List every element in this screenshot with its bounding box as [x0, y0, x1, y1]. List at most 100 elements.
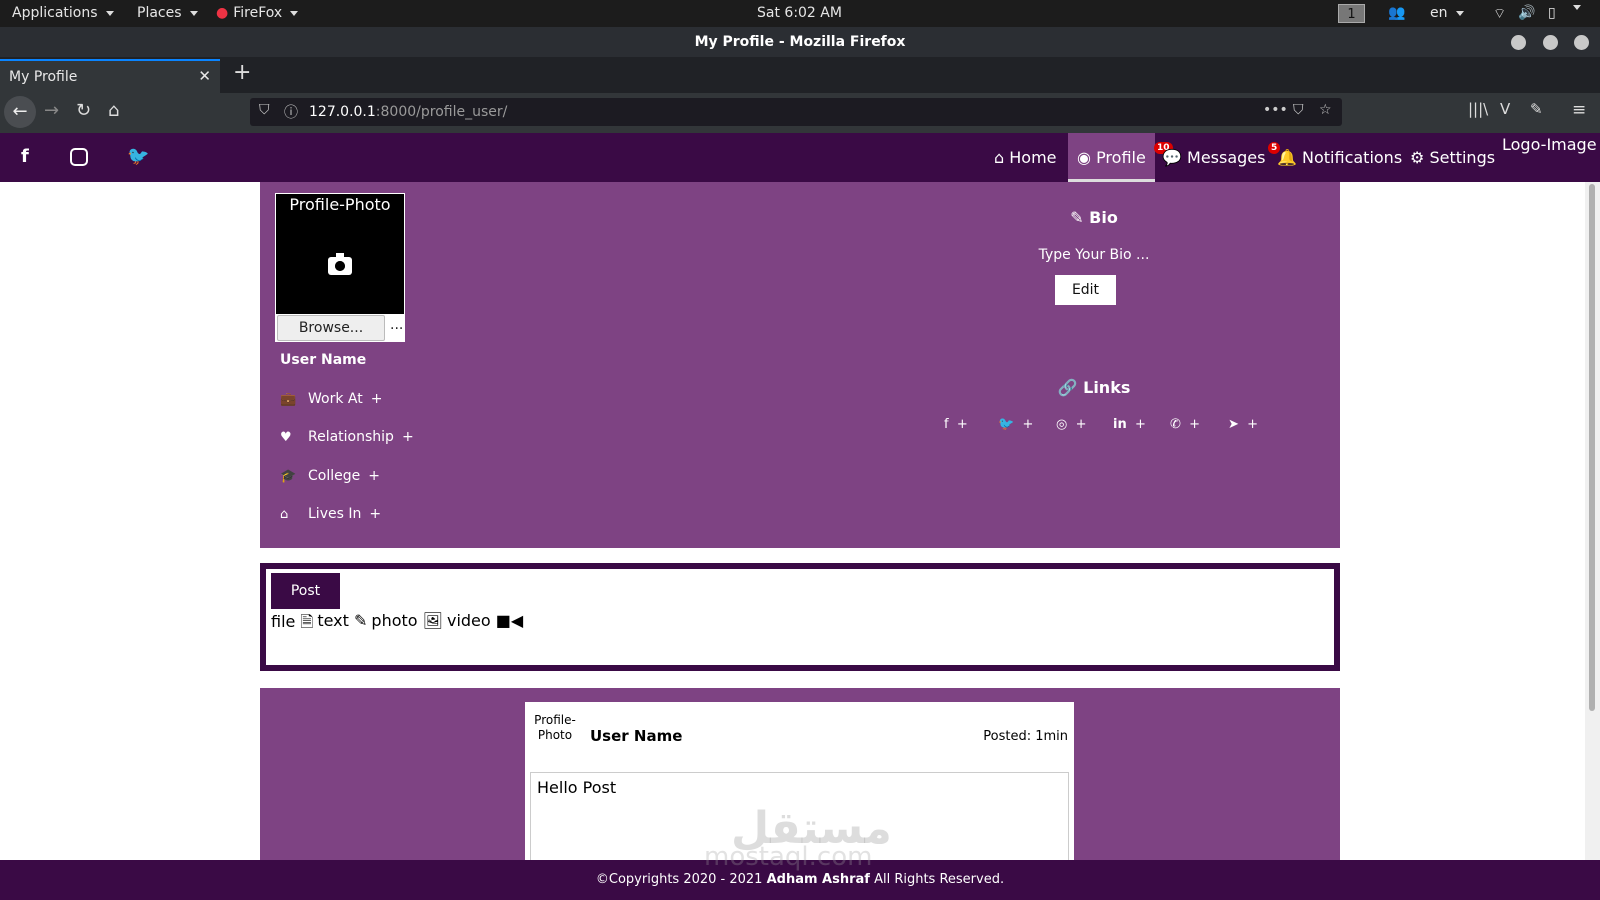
link-icon: 🔗 [1057, 378, 1078, 397]
system-top-bar: Applications Places ● FireFox Sat 6:02 AM… [0, 0, 1600, 27]
hamburger-menu-icon[interactable]: ≡ [1572, 100, 1586, 120]
edit-bio-button[interactable]: Edit [1055, 275, 1116, 305]
image-icon: 🖼 [422, 611, 443, 630]
instagram-icon[interactable] [70, 148, 88, 166]
link-facebook[interactable]: f + [944, 417, 968, 432]
minimize-button[interactable] [1511, 35, 1526, 50]
twitter-icon: 🐦 [998, 417, 1015, 432]
info-lives-in[interactable]: ⌂ Lives In + [280, 506, 381, 522]
browser-toolbar: ← → ↻ ⌂ ⛉ ⓘ 127.0.0.1:8000/profile_user/… [0, 93, 1600, 133]
post-button[interactable]: Post [271, 573, 340, 609]
add-relationship-button[interactable]: + [402, 429, 414, 445]
link-instagram[interactable]: ◎ + [1056, 417, 1087, 432]
post-author-photo[interactable]: Profile-Photo [530, 713, 580, 743]
browse-button[interactable]: Browse... [277, 315, 385, 341]
file-name-text: ... [390, 317, 404, 333]
language-menu[interactable]: en [1430, 5, 1464, 21]
link-telegram[interactable]: ➤ + [1228, 417, 1258, 432]
link-twitter[interactable]: 🐦 + [998, 417, 1033, 432]
applications-menu[interactable]: Applications [12, 5, 114, 21]
nav-home[interactable]: ⌂ Home [985, 133, 1066, 182]
new-tab-button[interactable]: + [233, 60, 251, 85]
home-icon: ⌂ [994, 148, 1005, 167]
info-work-at[interactable]: 💼 Work At + [280, 391, 382, 407]
page-scrollbar[interactable] [1585, 182, 1600, 860]
battery-icon[interactable]: ▯ [1548, 5, 1556, 21]
home-icon: ⌂ [280, 506, 289, 522]
home-button[interactable]: ⌂ [108, 100, 119, 121]
nav-settings[interactable]: ⚙ Settings [1401, 133, 1504, 182]
info-icon[interactable]: ⓘ [284, 102, 298, 122]
maximize-button[interactable] [1543, 35, 1558, 50]
firefox-app-menu[interactable]: ● FireFox [216, 5, 299, 21]
tab-my-profile[interactable]: My Profile ✕ [0, 59, 220, 93]
bookmark-star-icon[interactable]: ☆ [1319, 102, 1332, 118]
logo-image[interactable]: Logo-Image [1502, 135, 1597, 154]
people-icon[interactable]: 👥 [1388, 5, 1405, 21]
add-college-button[interactable]: + [368, 468, 380, 484]
post-type-photo[interactable]: photo 🖼 [371, 611, 443, 638]
watermark-latin: mostaql.com [704, 842, 873, 872]
create-post-box: Post file 🗎 text ✎ photo 🖼 video ■◀ [260, 563, 1340, 671]
whatsapp-icon: ✆ [1170, 417, 1181, 432]
bio-text[interactable]: Type Your Bio ... [820, 247, 1368, 263]
post-type-options: file 🗎 text ✎ photo 🖼 video ■◀ [271, 611, 523, 638]
facebook-icon[interactable]: f [21, 146, 29, 167]
post-type-text[interactable]: text ✎ [317, 611, 367, 638]
file-input[interactable]: Browse... ... [276, 314, 404, 342]
nav-notifications[interactable]: 🔔 Notifications [1268, 133, 1411, 182]
user-circle-icon: ◉ [1077, 148, 1091, 167]
add-work-button[interactable]: + [371, 391, 383, 407]
scrollbar-thumb[interactable] [1589, 184, 1595, 711]
window-title: My Profile - Mozilla Firefox [694, 34, 906, 50]
post-author-name[interactable]: User Name [590, 727, 682, 745]
chevron-down-icon [189, 10, 198, 16]
tab-strip: My Profile ✕ + [0, 57, 1600, 93]
firefox-icon: ● [216, 5, 229, 21]
places-menu[interactable]: Places [137, 5, 198, 21]
workspace-indicator[interactable]: 1 [1338, 4, 1365, 23]
reload-button[interactable]: ↻ [76, 100, 91, 121]
pencil-icon: ✎ [354, 611, 368, 630]
file-icon: 🗎 [300, 612, 314, 631]
info-relationship[interactable]: ♥ Relationship + [280, 429, 414, 445]
add-lives-in-button[interactable]: + [369, 506, 381, 522]
url-text: 127.0.0.1:8000/profile_user/ [309, 104, 508, 120]
post-type-file[interactable]: file 🗎 [271, 611, 313, 638]
shield-icon[interactable]: ⛉ [259, 102, 270, 118]
site-navbar: f 🐦 ⌂ Home ◉ Profile 10 💬 Messages 5 🔔 N… [0, 133, 1600, 182]
camera-icon[interactable] [328, 253, 352, 275]
twitter-icon[interactable]: 🐦 [127, 146, 149, 167]
bell-icon: 🔔 [1277, 148, 1297, 167]
chevron-down-icon [105, 10, 114, 16]
chevron-down-icon [1455, 10, 1464, 16]
back-button[interactable]: ← [4, 96, 36, 128]
address-bar[interactable]: ⛉ ⓘ 127.0.0.1:8000/profile_user/ ••• ⛉ ☆ [250, 98, 1342, 126]
profile-panel: Profile-Photo Browse... ... User Name 💼 W… [260, 182, 1340, 548]
close-tab-icon[interactable]: ✕ [198, 67, 211, 85]
link-linkedin[interactable]: in + [1113, 417, 1146, 432]
post-type-video[interactable]: video ■◀ [447, 611, 523, 638]
info-college[interactable]: 🎓 College + [280, 468, 380, 484]
footer-author: Adham Ashraf [766, 872, 870, 887]
extension-icon[interactable]: ✎ [1530, 100, 1543, 118]
forward-button[interactable]: → [44, 100, 59, 121]
link-whatsapp[interactable]: ✆ + [1170, 417, 1200, 432]
library-icon[interactable]: |||\ [1468, 100, 1488, 118]
close-window-button[interactable] [1574, 35, 1589, 50]
profile-photo-label: Profile-Photo [289, 195, 391, 214]
nav-profile[interactable]: ◉ Profile [1068, 133, 1155, 182]
telegram-icon: ➤ [1228, 417, 1239, 432]
page-actions-icon[interactable]: ••• [1263, 102, 1288, 118]
facebook-icon: f [944, 417, 949, 432]
chevron-down-icon [1573, 5, 1581, 10]
clock[interactable]: Sat 6:02 AM [757, 5, 842, 21]
volume-icon[interactable]: 🔊 [1518, 5, 1535, 21]
vpn-extension-icon[interactable]: V [1500, 100, 1510, 118]
video-camera-icon: ■◀ [495, 611, 524, 630]
nav-messages[interactable]: 💬 Messages [1153, 133, 1274, 182]
wifi-icon[interactable]: ⌔ [1493, 5, 1506, 23]
system-menu[interactable] [1570, 5, 1581, 10]
profile-photo[interactable]: Profile-Photo Browse... ... [275, 193, 405, 342]
pocket-icon[interactable]: ⛉ [1293, 102, 1304, 118]
